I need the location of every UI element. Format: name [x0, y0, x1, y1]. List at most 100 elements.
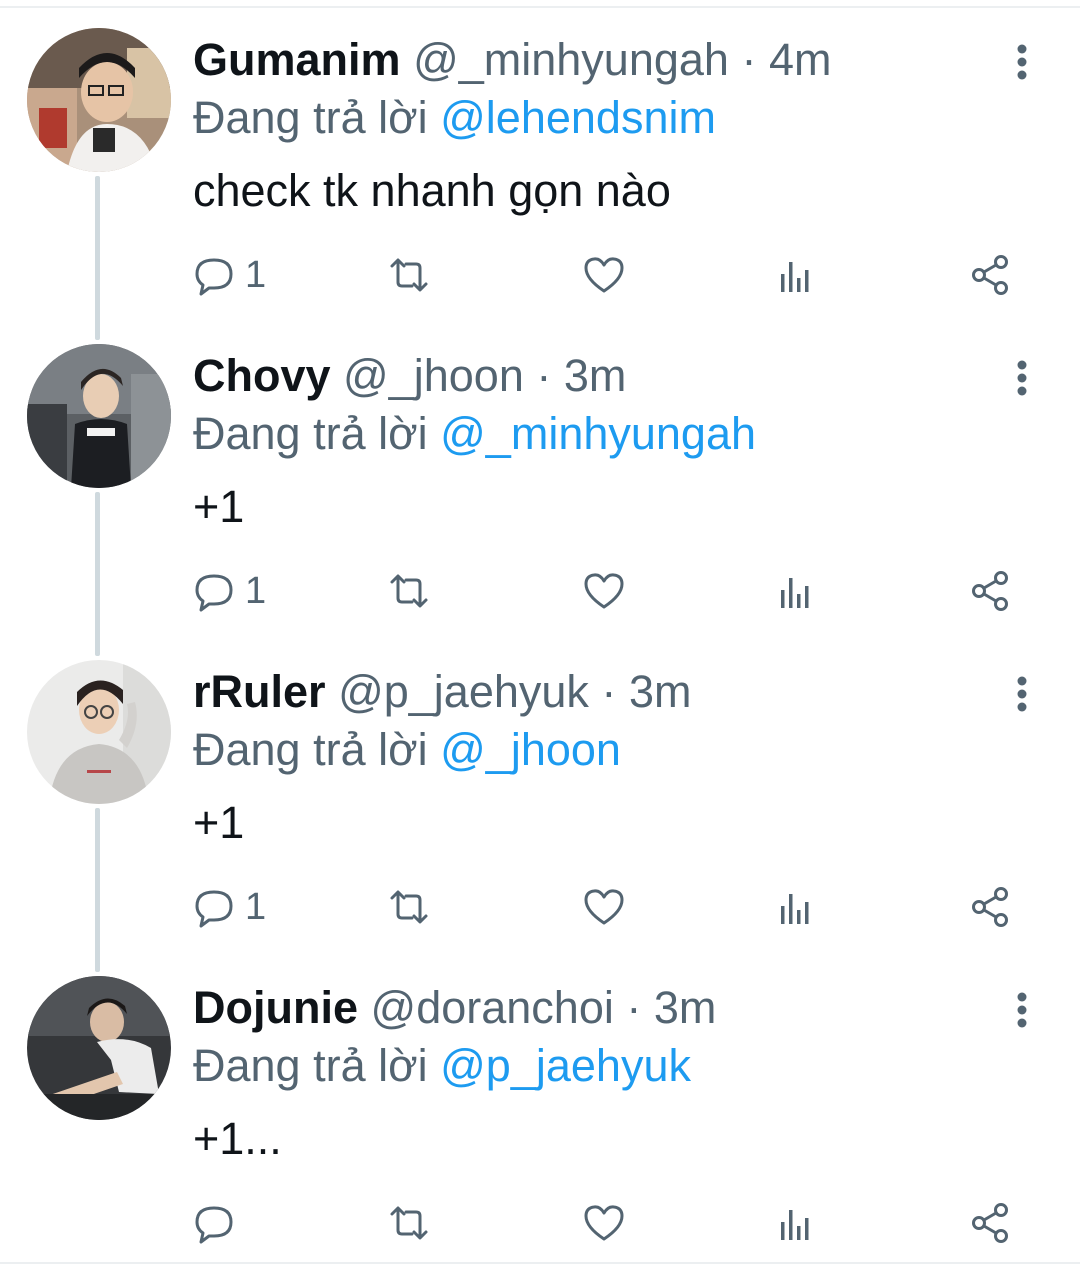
- tweet[interactable]: rRuler @p_jaehyuk · 3m Đang trả lời @_jh…: [0, 632, 1080, 948]
- like-button[interactable]: [581, 566, 627, 616]
- replying-to-label: Đang trả lời: [193, 1040, 428, 1091]
- tweet-text: +1: [193, 481, 245, 532]
- display-name[interactable]: Chovy: [193, 350, 331, 401]
- views-icon: [773, 252, 819, 298]
- avatar-photo: [27, 28, 171, 172]
- share-icon: [968, 252, 1014, 298]
- more-icon[interactable]: [1000, 40, 1044, 84]
- like-icon: [581, 884, 627, 930]
- tweet-text: check tk nhanh gọn nào: [193, 165, 671, 216]
- reply-count: 1: [245, 254, 267, 296]
- action-bar: [193, 1198, 1033, 1248]
- more-icon[interactable]: [1000, 988, 1044, 1032]
- tweet-header: rRuler @p_jaehyuk · 3m: [193, 662, 691, 722]
- display-name[interactable]: Gumanim: [193, 34, 401, 85]
- tweet-header: Chovy @_jhoon · 3m: [193, 346, 626, 406]
- share-button[interactable]: [968, 1198, 1014, 1248]
- share-button[interactable]: [968, 566, 1014, 616]
- like-icon: [581, 568, 627, 614]
- like-icon: [581, 252, 627, 298]
- timestamp[interactable]: 3m: [654, 982, 717, 1033]
- avatar[interactable]: [27, 28, 171, 172]
- reply-mention-link[interactable]: @p_jaehyuk: [440, 1040, 691, 1091]
- retweet-button[interactable]: [386, 1198, 432, 1248]
- reply-mention-link[interactable]: @_jhoon: [440, 724, 621, 775]
- tweet[interactable]: Chovy @_jhoon · 3m Đang trả lời @_minhyu…: [0, 316, 1080, 632]
- reply-button[interactable]: 1: [193, 566, 266, 616]
- separator-dot: ·: [536, 350, 552, 401]
- user-handle[interactable]: @p_jaehyuk: [338, 666, 589, 717]
- share-icon: [968, 1200, 1014, 1246]
- reply-icon: [193, 1200, 239, 1246]
- action-bar: 1: [193, 882, 1033, 932]
- user-handle[interactable]: @_jhoon: [343, 350, 524, 401]
- timestamp[interactable]: 3m: [564, 350, 627, 401]
- views-button[interactable]: [773, 566, 819, 616]
- user-handle[interactable]: @doranchoi: [371, 982, 614, 1033]
- user-handle[interactable]: @_minhyungah: [413, 34, 729, 85]
- retweet-icon: [386, 568, 432, 614]
- views-icon: [773, 1200, 819, 1246]
- separator-dot: ·: [626, 982, 642, 1033]
- views-icon: [773, 568, 819, 614]
- avatar[interactable]: [27, 976, 171, 1120]
- reply-icon: [193, 884, 239, 930]
- avatar[interactable]: [27, 344, 171, 488]
- retweet-icon: [386, 1200, 432, 1246]
- action-bar: 1: [193, 566, 1033, 616]
- replying-to: Đang trả lời @_jhoon: [193, 720, 621, 780]
- display-name[interactable]: Dojunie: [193, 982, 358, 1033]
- more-icon[interactable]: [1000, 672, 1044, 716]
- share-button[interactable]: [968, 250, 1014, 300]
- replying-to-label: Đang trả lời: [193, 92, 428, 143]
- like-button[interactable]: [581, 882, 627, 932]
- action-bar: 1: [193, 250, 1033, 300]
- tweet-text: +1...: [193, 1113, 282, 1164]
- like-icon: [581, 1200, 627, 1246]
- reply-icon: [193, 252, 239, 298]
- tweet[interactable]: Gumanim @_minhyungah · 4m Đang trả lời @…: [0, 0, 1080, 316]
- replying-to-label: Đang trả lời: [193, 408, 428, 459]
- retweet-icon: [386, 884, 432, 930]
- views-icon: [773, 884, 819, 930]
- like-button[interactable]: [581, 250, 627, 300]
- avatar-photo: [27, 344, 171, 488]
- share-icon: [968, 884, 1014, 930]
- timestamp[interactable]: 3m: [629, 666, 692, 717]
- timestamp[interactable]: 4m: [769, 34, 832, 85]
- reply-button[interactable]: 1: [193, 250, 266, 300]
- replying-to: Đang trả lời @lehendsnim: [193, 88, 716, 148]
- more-icon[interactable]: [1000, 356, 1044, 400]
- reply-icon: [193, 568, 239, 614]
- reply-mention-link[interactable]: @_minhyungah: [440, 408, 756, 459]
- like-button[interactable]: [581, 1198, 627, 1248]
- separator-dot: ·: [741, 34, 757, 85]
- reply-button[interactable]: 1: [193, 882, 266, 932]
- avatar[interactable]: [27, 660, 171, 804]
- bottom-divider: [0, 1262, 1080, 1264]
- reply-count: 1: [245, 570, 267, 612]
- retweet-button[interactable]: [386, 882, 432, 932]
- reply-button[interactable]: [193, 1198, 245, 1248]
- reply-mention-link[interactable]: @lehendsnim: [440, 92, 716, 143]
- avatar-photo: [27, 660, 171, 804]
- avatar-photo: [27, 976, 171, 1120]
- replying-to: Đang trả lời @_minhyungah: [193, 404, 756, 464]
- retweet-button[interactable]: [386, 250, 432, 300]
- separator-dot: ·: [601, 666, 617, 717]
- views-button[interactable]: [773, 250, 819, 300]
- tweet-header: Dojunie @doranchoi · 3m: [193, 978, 716, 1038]
- tweet-text: +1: [193, 797, 245, 848]
- views-button[interactable]: [773, 882, 819, 932]
- share-icon: [968, 568, 1014, 614]
- tweet[interactable]: Dojunie @doranchoi · 3m Đang trả lời @p_…: [0, 948, 1080, 1264]
- replying-to: Đang trả lời @p_jaehyuk: [193, 1036, 691, 1096]
- reply-count: 1: [245, 886, 267, 928]
- retweet-icon: [386, 252, 432, 298]
- replying-to-label: Đang trả lời: [193, 724, 428, 775]
- tweet-header: Gumanim @_minhyungah · 4m: [193, 30, 832, 90]
- share-button[interactable]: [968, 882, 1014, 932]
- views-button[interactable]: [773, 1198, 819, 1248]
- retweet-button[interactable]: [386, 566, 432, 616]
- display-name[interactable]: rRuler: [193, 666, 326, 717]
